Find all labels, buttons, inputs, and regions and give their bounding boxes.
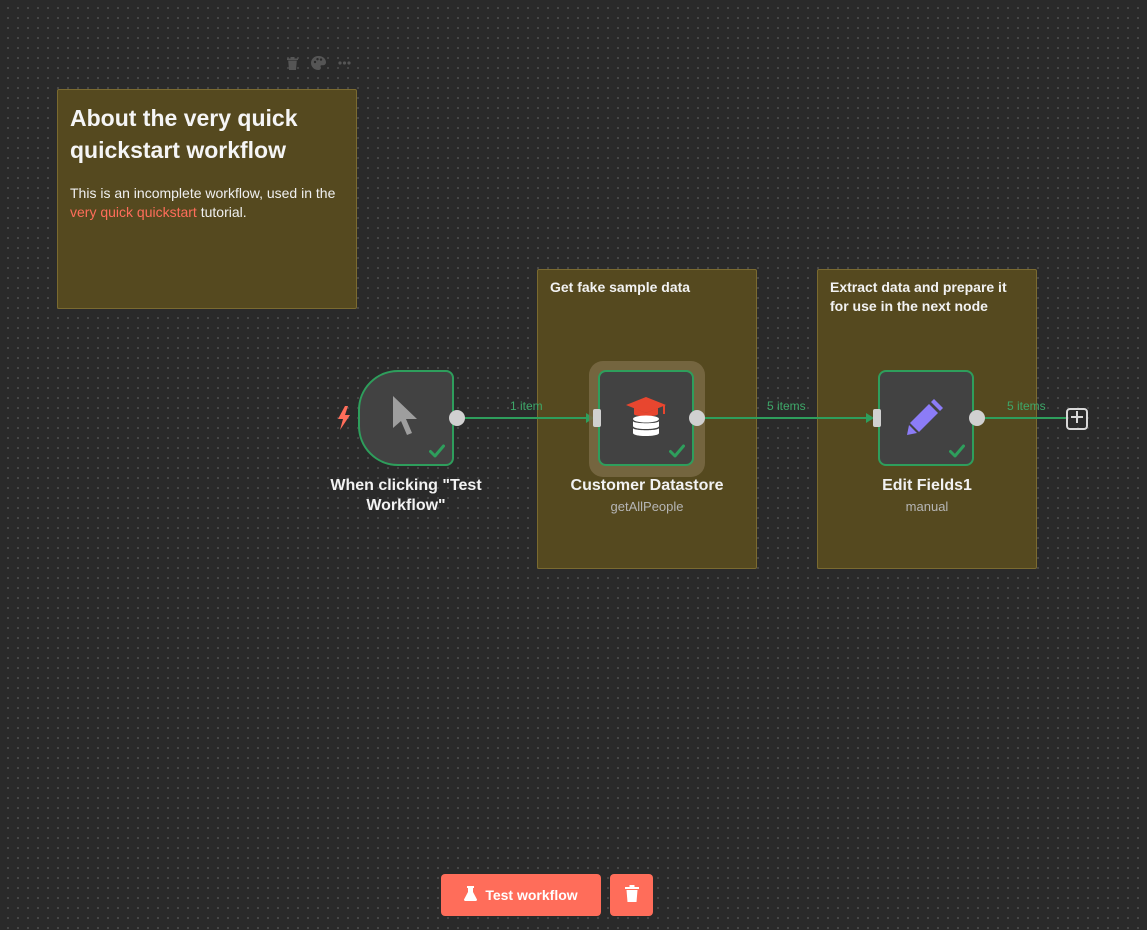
palette-icon[interactable]	[310, 55, 326, 71]
test-workflow-button[interactable]: Test workflow	[441, 874, 601, 916]
sticky-note-label: Get fake sample data	[550, 279, 691, 295]
input-port[interactable]	[873, 409, 881, 427]
quickstart-tutorial-link[interactable]: very quick quickstart	[70, 204, 197, 220]
node-subtitle: getAllPeople	[610, 499, 684, 514]
output-port[interactable]	[449, 410, 465, 426]
output-port[interactable]	[689, 410, 705, 426]
connection-label: 5 items	[767, 399, 806, 413]
sticky-note-body: This is an incomplete workflow, used in …	[70, 184, 344, 222]
test-workflow-label: Test workflow	[485, 887, 578, 903]
sticky-toolbar	[284, 55, 352, 71]
node-manual-trigger[interactable]	[358, 370, 454, 466]
node-title: Edit Fields1	[882, 477, 972, 494]
connection-label: 1 item	[510, 399, 543, 413]
trash-icon[interactable]	[284, 55, 300, 71]
node-subtitle: manual	[905, 499, 949, 514]
sticky-note-text: This is an incomplete workflow, used in …	[70, 185, 336, 201]
node-title: When clicking "Test Workflow"	[330, 477, 482, 514]
success-check-icon	[429, 444, 445, 458]
plus-icon	[1071, 410, 1083, 428]
cursor-icon	[391, 394, 421, 443]
sticky-note-title: About the very quick quickstart workflow	[70, 105, 298, 163]
clear-execution-button[interactable]	[610, 874, 653, 916]
add-node-button[interactable]	[1066, 408, 1088, 430]
flask-icon	[464, 886, 478, 904]
node-customer-datastore[interactable]	[598, 370, 694, 466]
trash-icon	[624, 885, 639, 905]
node-edit-fields[interactable]	[878, 370, 974, 466]
input-port[interactable]	[593, 409, 601, 427]
lightning-icon	[336, 406, 352, 430]
node-title: Customer Datastore	[570, 477, 724, 494]
success-check-icon	[949, 444, 965, 458]
success-check-icon	[669, 444, 685, 458]
connection-label: 5 items	[1007, 399, 1046, 413]
graduation-database-icon	[625, 395, 667, 442]
pencil-icon	[906, 396, 946, 441]
sticky-note-label: Extract data and prepare it for use in t…	[830, 279, 1007, 314]
sticky-note-text-end: tutorial.	[196, 204, 247, 220]
more-icon[interactable]	[336, 55, 352, 71]
output-port[interactable]	[969, 410, 985, 426]
sticky-note-about[interactable]: About the very quick quickstart workflow…	[57, 89, 357, 309]
